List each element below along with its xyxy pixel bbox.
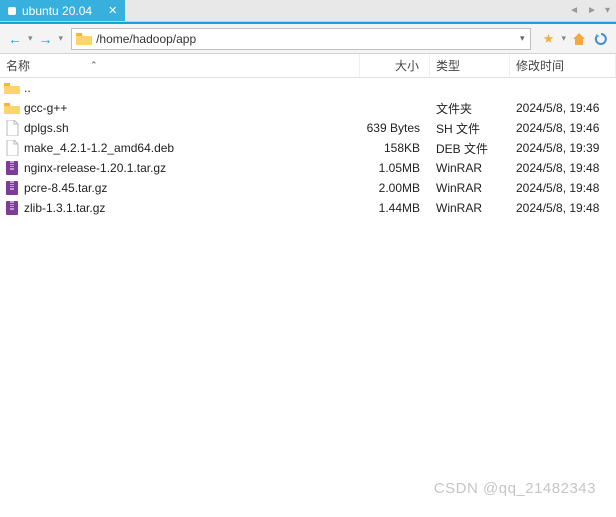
file-name: nginx-release-1.20.1.tar.gz [24, 161, 166, 175]
toolbar: ← ▾ → ▾ /home/hadoop/app ▾ ★ ▾ [0, 24, 616, 54]
file-name: dplgs.sh [24, 121, 69, 135]
file-type: WinRAR [430, 201, 510, 215]
file-size: 1.05MB [360, 161, 430, 175]
prev-tab-icon[interactable]: ◄ [569, 5, 579, 16]
deb-icon [4, 140, 20, 156]
column-size[interactable]: 大小 [360, 54, 430, 77]
file-name: make_4.2.1-1.2_amd64.deb [24, 141, 174, 155]
column-type-label: 类型 [436, 57, 460, 74]
file-row[interactable]: dplgs.sh 639 BytesSH 文件2024/5/8, 19:46 [0, 118, 616, 138]
titlebar: ubuntu 20.04 ✕ ◄ ► ▾ [0, 0, 616, 22]
file-type: SH 文件 [430, 120, 510, 137]
file-date: 2024/5/8, 19:48 [510, 201, 616, 215]
file-row[interactable]: make_4.2.1-1.2_amd64.deb 158KBDEB 文件2024/… [0, 138, 616, 158]
path-text: /home/hadoop/app [96, 32, 518, 46]
file-date: 2024/5/8, 19:46 [510, 121, 616, 135]
column-headers: 名称 ⌃ 大小 类型 修改时间 [0, 54, 616, 78]
folder-icon [4, 100, 20, 116]
archive-icon [4, 160, 20, 176]
column-size-label: 大小 [395, 57, 419, 74]
tab-title: ubuntu 20.04 [22, 4, 92, 18]
nav-forward-dropdown-icon[interactable]: ▾ [59, 33, 64, 44]
folder-up-icon [4, 80, 20, 96]
nav-back-dropdown-icon[interactable]: ▾ [28, 33, 33, 44]
file-date: 2024/5/8, 19:48 [510, 161, 616, 175]
next-tab-icon[interactable]: ► [587, 5, 597, 16]
column-date[interactable]: 修改时间 [510, 54, 616, 77]
file-date: 2024/5/8, 19:39 [510, 141, 616, 155]
archive-icon [4, 200, 20, 216]
file-row[interactable]: gcc-g++ 文件夹2024/5/8, 19:46 [0, 98, 616, 118]
home-icon[interactable] [570, 30, 588, 48]
file-row[interactable]: nginx-release-1.20.1.tar.gz 1.05MBWinRAR2… [0, 158, 616, 178]
file-type: WinRAR [430, 181, 510, 195]
nav-back-icon[interactable]: ← [6, 31, 24, 47]
file-size: 2.00MB [360, 181, 430, 195]
file-type: WinRAR [430, 161, 510, 175]
nav-forward-icon[interactable]: → [37, 31, 55, 47]
file-name: .. [24, 81, 31, 95]
archive-icon [4, 180, 20, 196]
file-size: 158KB [360, 141, 430, 155]
file-type: 文件夹 [430, 100, 510, 117]
sort-indicator-icon: ⌃ [90, 60, 98, 71]
file-list: .. gcc-g++ 文件夹2024/5/8, 19:46 dplgs.sh 639 B… [0, 78, 616, 218]
sh-icon [4, 120, 20, 136]
close-icon[interactable]: ✕ [108, 4, 117, 17]
tab-indicator-icon [8, 7, 16, 15]
file-row[interactable]: pcre-8.45.tar.gz 2.00MBWinRAR2024/5/8, 19… [0, 178, 616, 198]
tab-menu-icon[interactable]: ▾ [605, 5, 610, 16]
column-type[interactable]: 类型 [430, 54, 510, 77]
path-folder-icon [76, 32, 92, 46]
connection-tab[interactable]: ubuntu 20.04 ✕ [0, 0, 125, 21]
path-dropdown-icon[interactable]: ▾ [518, 33, 527, 44]
file-name: pcre-8.45.tar.gz [24, 181, 107, 195]
watermark: CSDN @qq_21482343 [434, 480, 596, 497]
titlebar-controls: ◄ ► ▾ [569, 5, 610, 16]
file-date: 2024/5/8, 19:46 [510, 101, 616, 115]
file-size: 1.44MB [360, 201, 430, 215]
file-row[interactable]: zlib-1.3.1.tar.gz 1.44MBWinRAR2024/5/8, 1… [0, 198, 616, 218]
file-row[interactable]: .. [0, 78, 616, 98]
bookmark-icon[interactable]: ★ [539, 30, 557, 48]
file-size: 639 Bytes [360, 121, 430, 135]
column-date-label: 修改时间 [516, 57, 564, 74]
file-type: DEB 文件 [430, 140, 510, 157]
column-name[interactable]: 名称 ⌃ [0, 54, 360, 77]
bookmark-dropdown-icon[interactable]: ▾ [561, 33, 566, 44]
refresh-icon[interactable] [592, 30, 610, 48]
file-name: gcc-g++ [24, 101, 67, 115]
column-name-label: 名称 [6, 57, 30, 74]
file-name: zlib-1.3.1.tar.gz [24, 201, 105, 215]
file-date: 2024/5/8, 19:48 [510, 181, 616, 195]
path-bar[interactable]: /home/hadoop/app ▾ [71, 28, 531, 50]
